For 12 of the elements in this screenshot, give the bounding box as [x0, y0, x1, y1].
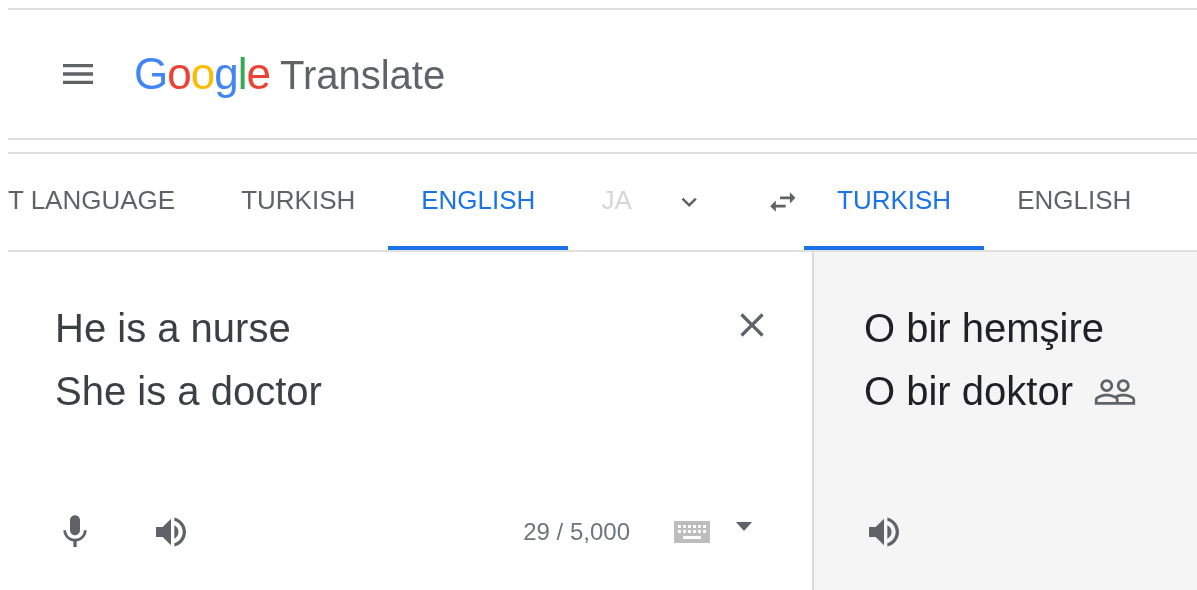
language-tab[interactable]: ENGLISH [388, 154, 569, 250]
character-count: 29 / 5,000 [523, 517, 630, 547]
source-text-line: She is a doctor [55, 368, 322, 415]
product-name: Translate [279, 52, 446, 99]
language-tab[interactable]: T LANGUAGE [8, 154, 209, 250]
language-tab[interactable]: TURKISH [208, 154, 389, 250]
translated-text-line: O bir doktor [864, 368, 1073, 415]
source-text-line: He is a nurse [55, 305, 292, 352]
google-logo: Google [134, 48, 270, 100]
language-tab[interactable]: ENGLISH [984, 154, 1165, 250]
caret-icon[interactable] [736, 522, 752, 532]
translated-text-line: O bir hemşire [864, 305, 1105, 352]
